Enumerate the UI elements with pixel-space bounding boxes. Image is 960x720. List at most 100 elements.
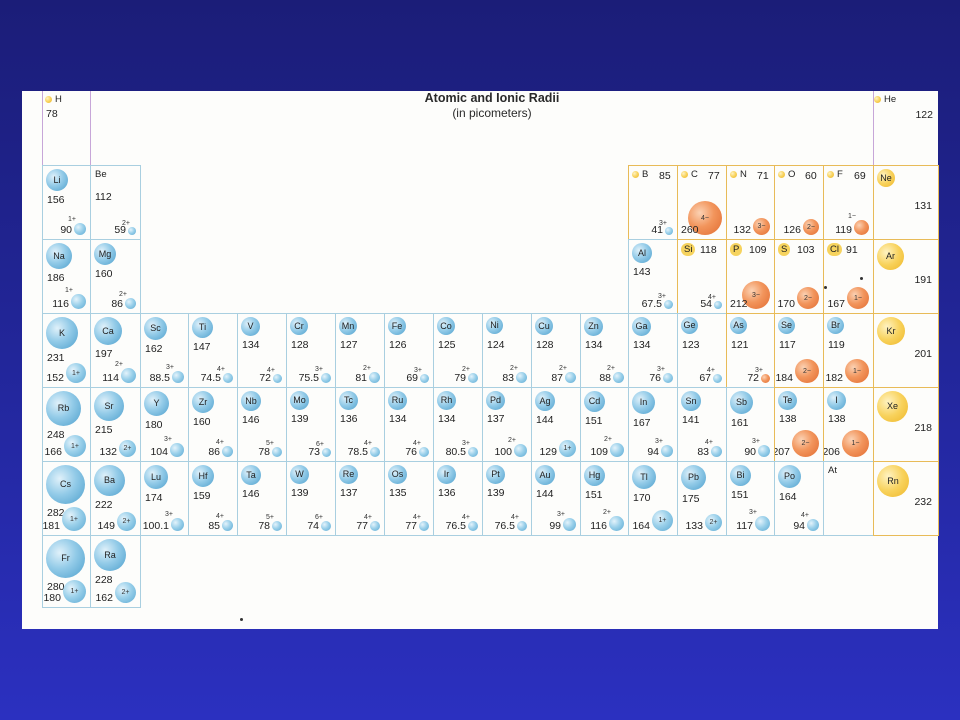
atomic-radius: 137 xyxy=(340,487,358,499)
ion-charge: 2− xyxy=(801,440,810,447)
element-symbol: Po xyxy=(778,465,801,488)
element-cell-fe: Fe 126 3+ 69 xyxy=(384,313,434,388)
element-symbol: B xyxy=(632,169,649,180)
element-cell-i: I 138 1− 206 xyxy=(823,387,874,462)
atom-dot-icon xyxy=(730,171,737,178)
ion-charge: 3+ xyxy=(655,438,663,445)
element-symbol: Ru xyxy=(388,391,407,410)
atomic-radius: 138 xyxy=(828,413,846,425)
element-cell-te: Te 138 2− 207 xyxy=(774,387,824,462)
element-symbol: Bi xyxy=(730,465,751,486)
ion-charge: 3+ xyxy=(164,436,172,443)
element-symbol: Cr xyxy=(290,317,308,335)
element-cell-rb: Rb 248 1+ 166 xyxy=(42,387,91,462)
element-symbol: Te xyxy=(778,391,797,410)
atomic-radius: 164 xyxy=(779,491,797,503)
atomic-radius: 151 xyxy=(585,415,603,427)
element-symbol: Ir xyxy=(437,465,456,484)
speck xyxy=(824,286,827,289)
element-symbol: C xyxy=(681,169,699,180)
element-symbol: Sb xyxy=(730,391,753,414)
ion-charge: 3+ xyxy=(557,511,565,518)
element-cell-ru: Ru 134 4+ 76 xyxy=(384,387,434,462)
ionic-radius: 67 xyxy=(699,372,711,384)
ionic-radius: 83 xyxy=(502,372,514,384)
element-cell-re: Re 137 4+ 77 xyxy=(335,461,385,536)
element-symbol: Cu xyxy=(535,317,553,335)
element-cell-zr: Zr 160 4+ 86 xyxy=(188,387,238,462)
ionic-radius: 260 xyxy=(681,224,699,236)
ionic-radius: 132 xyxy=(733,224,751,236)
atomic-radius: 162 xyxy=(145,343,163,355)
atomic-radius: 167 xyxy=(633,417,651,429)
element-symbol: Ra xyxy=(94,539,126,571)
ion-sphere-icon xyxy=(125,298,136,309)
element-symbol: Rh xyxy=(437,391,456,410)
ionic-radius: 109 xyxy=(590,446,608,458)
atomic-radius: 159 xyxy=(193,490,211,502)
ion-charge: 1+ xyxy=(563,445,572,452)
element-cell-cl: Cl 91 1− 167 xyxy=(823,239,874,314)
element-symbol: Nb xyxy=(241,391,261,411)
element-cell-cu: Cu 128 2+ 87 xyxy=(531,313,581,388)
ionic-radius: 77 xyxy=(405,520,417,532)
ion-sphere-icon: 1− xyxy=(842,430,869,457)
atomic-radius: 146 xyxy=(242,488,260,500)
ion-sphere-icon: 2+ xyxy=(117,512,136,531)
element-symbol: Re xyxy=(339,465,358,484)
element-cell-o: O 60 2− 126 xyxy=(774,165,824,240)
ion-sphere-icon: 1+ xyxy=(66,363,86,383)
element-cell-y: Y 180 3+ 104 xyxy=(140,387,189,462)
ion-sphere-icon xyxy=(610,443,624,457)
atomic-radius: 144 xyxy=(536,414,554,426)
ionic-radius: 85 xyxy=(208,520,220,532)
ionic-radius: 67.5 xyxy=(641,298,662,310)
element-symbol: Rn xyxy=(877,465,909,497)
ion-sphere-icon xyxy=(711,446,722,457)
element-symbol: Ni xyxy=(486,317,503,334)
element-symbol: In xyxy=(632,391,655,414)
element-symbol: Ca xyxy=(94,317,122,345)
atomic-radius: 131 xyxy=(914,200,932,212)
ionic-radius: 77 xyxy=(356,520,368,532)
element-symbol: N xyxy=(730,169,748,180)
ion-charge: 2− xyxy=(807,223,815,231)
ionic-radius: 181 xyxy=(42,520,60,532)
element-cell-as: As 121 3+ 72 xyxy=(726,313,775,388)
atomic-radius: 144 xyxy=(536,488,554,500)
ion-charge: 2+ xyxy=(123,445,132,452)
element-cell-ca: Ca 197 2+ 114 xyxy=(90,313,141,388)
ion-sphere-icon xyxy=(172,371,184,383)
ionic-radius: 212 xyxy=(730,298,748,310)
ion-charge: 1+ xyxy=(70,588,79,595)
element-cell-na: Na 186 1+ 116 xyxy=(42,239,91,314)
ion-charge: 2+ xyxy=(603,509,611,516)
element-symbol: Ag xyxy=(535,391,555,411)
element-cell-s: S 103 2− 170 xyxy=(774,239,824,314)
element-symbol: Sn xyxy=(681,391,701,411)
ionic-radius: 126 xyxy=(783,224,801,236)
ion-sphere-icon xyxy=(514,444,527,457)
atomic-radius: 160 xyxy=(193,416,211,428)
element-cell-p: P 109 3− 212 xyxy=(726,239,775,314)
ion-charge: 3+ xyxy=(749,509,757,516)
atomic-radius: 85 xyxy=(659,170,671,182)
ion-charge: 1− xyxy=(854,294,862,302)
ion-charge: 4+ xyxy=(801,512,809,519)
ionic-radius: 116 xyxy=(590,520,607,532)
element-cell-k: K 231 1+ 152 xyxy=(42,313,91,388)
element-symbol: Xe xyxy=(877,391,908,422)
ion-sphere-icon xyxy=(609,516,624,531)
element-cell-ge: Ge 123 4+ 67 xyxy=(677,313,727,388)
atom-dot-icon xyxy=(827,171,834,178)
ion-sphere-icon xyxy=(854,220,869,235)
element-cell-ti: Ti 147 4+ 74.5 xyxy=(188,313,238,388)
atomic-radius: 127 xyxy=(340,339,358,351)
ion-charge: 3+ xyxy=(165,511,173,518)
element-cell-ni: Ni 124 2+ 83 xyxy=(482,313,532,388)
element-cell-hf: Hf 159 4+ 85 xyxy=(188,461,238,536)
ion-charge: 3+ xyxy=(166,364,174,371)
ion-charge: 1+ xyxy=(65,287,73,294)
element-cell-fr: Fr 280 1+ 180 xyxy=(42,535,91,608)
atomic-radius: 147 xyxy=(193,341,211,353)
